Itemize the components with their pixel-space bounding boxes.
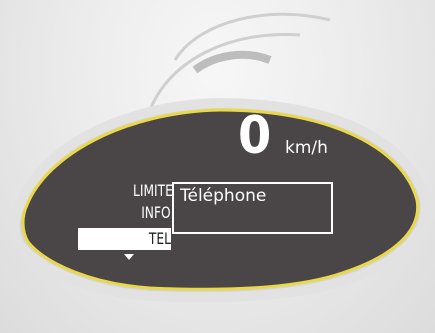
arrow-down-icon[interactable] [124, 254, 134, 260]
instrument-display: 0 km/h LIMITE INFO TEL Téléphone [0, 0, 435, 333]
menu-item-limite[interactable]: LIMITE [133, 182, 173, 200]
submenu-label: Téléphone [180, 186, 267, 206]
menu-item-info[interactable]: INFO [142, 204, 171, 222]
menu-item-tel[interactable]: TEL [149, 230, 171, 248]
speed-readout: 0 [238, 106, 272, 166]
speed-unit: km/h [285, 138, 328, 158]
